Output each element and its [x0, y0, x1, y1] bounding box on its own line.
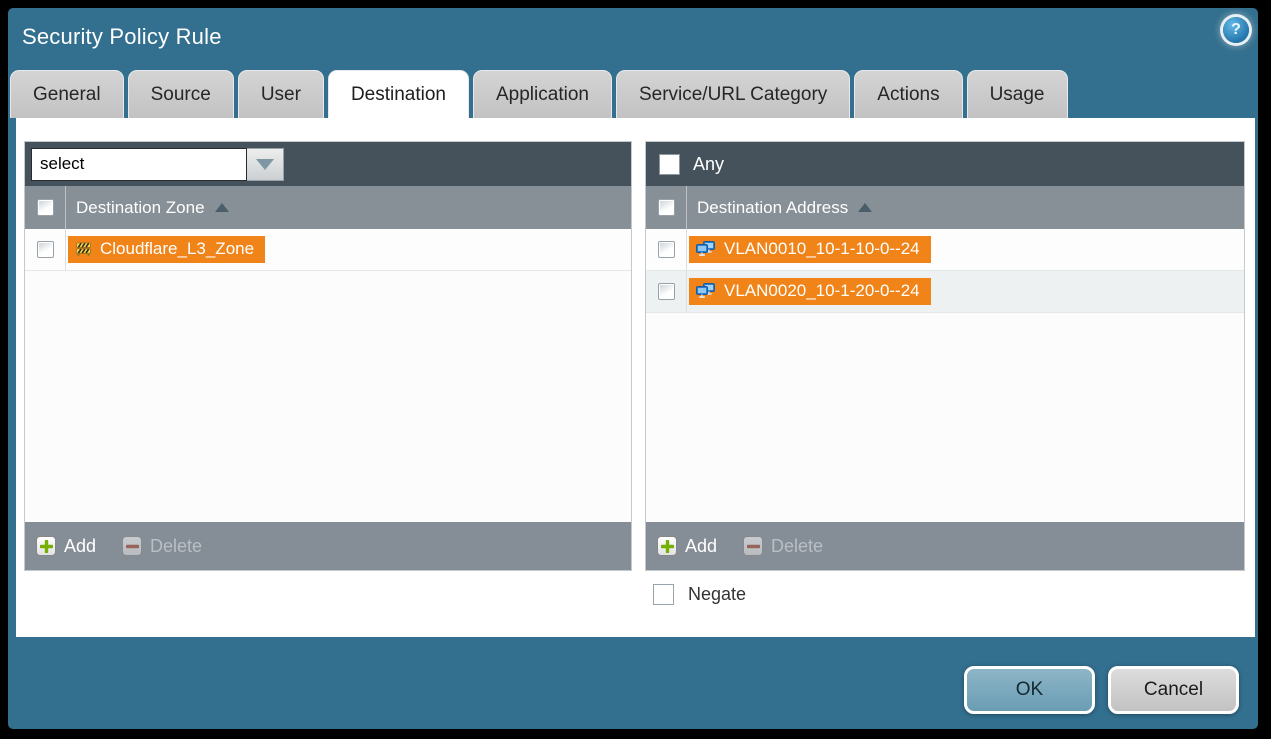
- delete-address-button[interactable]: Delete: [743, 536, 823, 557]
- add-address-label: Add: [685, 536, 717, 557]
- any-address-checkbox[interactable]: [659, 154, 680, 175]
- tab-actions[interactable]: Actions: [854, 70, 962, 118]
- row-checkbox-cell: [646, 271, 687, 312]
- address-panel-toolbar: Any: [646, 142, 1244, 186]
- any-address-label: Any: [693, 154, 724, 175]
- negate-option: Negate: [653, 584, 746, 605]
- cancel-button[interactable]: Cancel: [1108, 666, 1239, 714]
- tab-source[interactable]: Source: [128, 70, 234, 118]
- row-checkbox-cell: [25, 229, 66, 270]
- plus-icon: [657, 536, 677, 556]
- zone-panel-toolbar: [25, 142, 631, 186]
- address-entry-label: VLAN0020_10-1-20-0--24: [724, 281, 920, 301]
- help-icon[interactable]: ?: [1223, 17, 1249, 43]
- address-column-label[interactable]: Destination Address: [697, 198, 848, 218]
- zone-column-header: Destination Zone: [25, 186, 631, 229]
- zone-entry-label: Cloudflare_L3_Zone: [100, 239, 254, 259]
- address-column-header: Destination Address: [646, 186, 1244, 229]
- minus-icon: [743, 536, 763, 556]
- tab-usage[interactable]: Usage: [967, 70, 1068, 118]
- zone-icon: [75, 242, 92, 256]
- add-zone-button[interactable]: Add: [36, 536, 96, 557]
- plus-icon: [36, 536, 56, 556]
- zone-entry[interactable]: Cloudflare_L3_Zone: [68, 236, 265, 263]
- delete-zone-label: Delete: [150, 536, 202, 557]
- network-address-icon: [696, 283, 716, 299]
- destination-zone-panel: Destination Zone: [24, 141, 632, 571]
- zone-select-all-checkbox[interactable]: [37, 199, 54, 216]
- address-table-body: VLAN0010_10-1-10-0--24: [646, 229, 1244, 522]
- address-entry[interactable]: VLAN0020_10-1-20-0--24: [689, 278, 931, 305]
- delete-zone-button[interactable]: Delete: [122, 536, 202, 557]
- zone-select-all-cell: [25, 186, 66, 229]
- row-checkbox-cell: [646, 229, 687, 270]
- table-row: Cloudflare_L3_Zone: [25, 229, 631, 271]
- row-checkbox[interactable]: [658, 283, 675, 300]
- tab-application[interactable]: Application: [473, 70, 612, 118]
- zone-select-dropdown-button[interactable]: [247, 148, 284, 181]
- network-address-icon: [696, 241, 716, 257]
- any-address-option: Any: [652, 154, 724, 175]
- security-policy-rule-dialog: Security Policy Rule ? General Source Us…: [8, 8, 1258, 729]
- negate-checkbox[interactable]: [653, 584, 674, 605]
- tab-user[interactable]: User: [238, 70, 324, 118]
- tab-service-url-category[interactable]: Service/URL Category: [616, 70, 850, 118]
- ok-button[interactable]: OK: [964, 666, 1095, 714]
- negate-label: Negate: [688, 584, 746, 605]
- delete-address-label: Delete: [771, 536, 823, 557]
- table-row: VLAN0020_10-1-20-0--24: [646, 271, 1244, 313]
- chevron-down-icon: [256, 159, 274, 170]
- row-checkbox[interactable]: [37, 241, 54, 258]
- zone-column-label[interactable]: Destination Zone: [76, 198, 205, 218]
- add-zone-label: Add: [64, 536, 96, 557]
- tab-bar: General Source User Destination Applicat…: [10, 70, 1068, 118]
- minus-icon: [122, 536, 142, 556]
- address-select-all-cell: [646, 186, 687, 229]
- add-address-button[interactable]: Add: [657, 536, 717, 557]
- dialog-title: Security Policy Rule: [22, 24, 222, 50]
- address-select-all-checkbox[interactable]: [658, 199, 675, 216]
- address-entry[interactable]: VLAN0010_10-1-10-0--24: [689, 236, 931, 263]
- address-entry-label: VLAN0010_10-1-10-0--24: [724, 239, 920, 259]
- zone-table-body: Cloudflare_L3_Zone: [25, 229, 631, 522]
- tab-destination[interactable]: Destination: [328, 70, 469, 118]
- destination-tab-content: Destination Zone: [16, 118, 1255, 637]
- sort-ascending-icon: [858, 203, 872, 212]
- table-row: VLAN0010_10-1-10-0--24: [646, 229, 1244, 271]
- destination-address-panel: Any Destination Address: [645, 141, 1245, 571]
- zone-select-combobox: [31, 148, 284, 181]
- zone-select-input[interactable]: [31, 148, 247, 181]
- tab-general[interactable]: General: [10, 70, 124, 118]
- row-checkbox[interactable]: [658, 241, 675, 258]
- title-bar: Security Policy Rule ?: [8, 8, 1258, 70]
- zone-panel-footer: Add Delete: [25, 522, 631, 570]
- address-panel-footer: Add Delete: [646, 522, 1244, 570]
- sort-ascending-icon: [215, 203, 229, 212]
